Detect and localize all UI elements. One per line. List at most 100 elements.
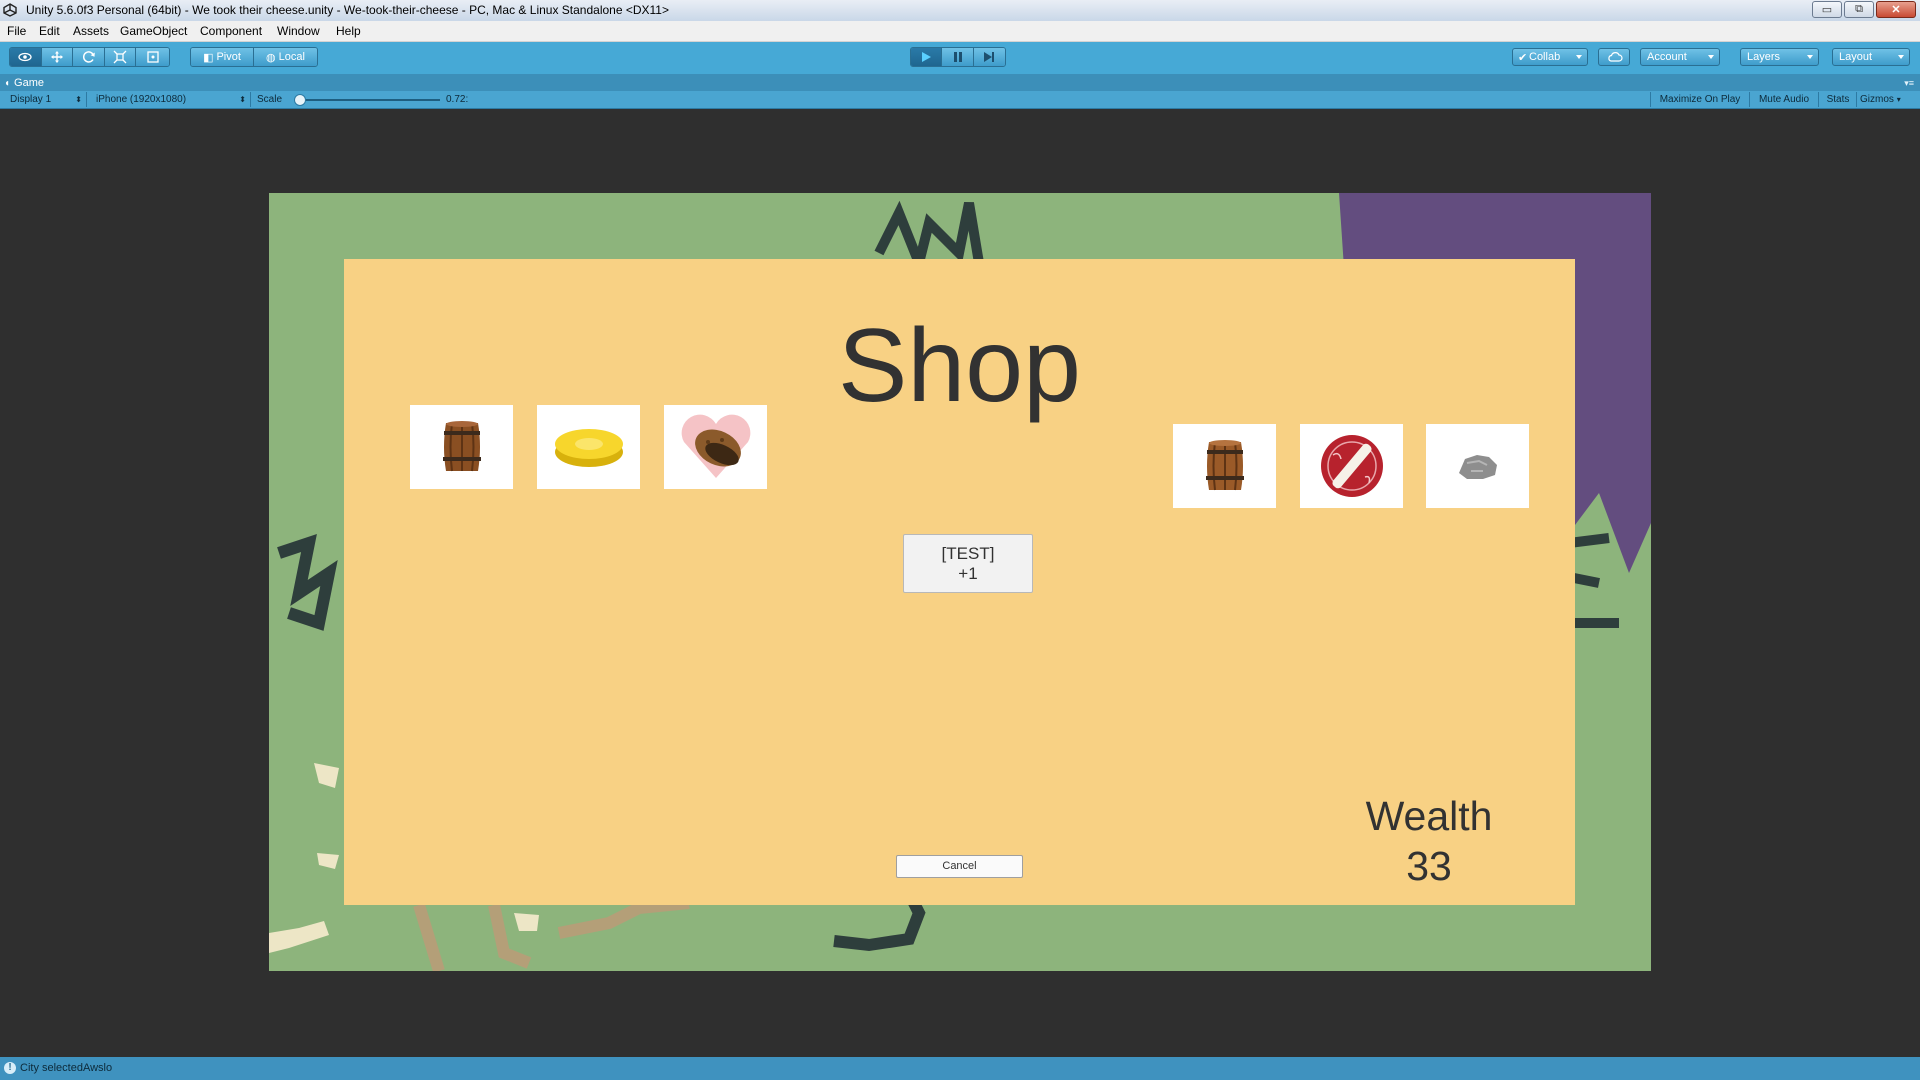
game-view-toolbar: Display 1 ⬍ iPhone (1920x1080) ⬍ Scale 0… — [0, 91, 1920, 109]
menu-help[interactable]: Help — [336, 24, 361, 38]
eye-icon — [18, 52, 32, 62]
wealth-label: Wealth — [1365, 793, 1493, 839]
resolution-dropdown[interactable]: iPhone (1920x1080) ⬍ — [88, 92, 251, 107]
account-dropdown[interactable]: Account — [1640, 48, 1720, 66]
title-bar: Unity 5.6.0f3 Personal (64bit) - We took… — [0, 0, 1920, 22]
menu-file[interactable]: File — [7, 24, 26, 38]
globe-icon: ◍ — [266, 51, 276, 64]
cream-patch — [317, 853, 339, 869]
tab-game[interactable]: ◖ Game — [4, 75, 44, 91]
shop-item-potato-heart[interactable] — [664, 405, 767, 489]
step-button[interactable] — [973, 48, 1005, 66]
play-button[interactable] — [911, 48, 943, 66]
caret-down-icon — [1576, 55, 1582, 59]
cream-patch — [314, 763, 339, 788]
gizmos-dropdown[interactable]: Gizmos ▾ — [1860, 92, 1912, 107]
cloud-button[interactable] — [1598, 48, 1630, 66]
forest-left — [277, 534, 338, 631]
caret-down-icon — [1807, 55, 1813, 59]
move-tool-button[interactable] — [41, 48, 74, 66]
check-icon: ✔ — [1518, 52, 1528, 64]
restore-button[interactable]: ⧉ — [1844, 1, 1874, 18]
shop-title: Shop — [838, 308, 1081, 424]
potato-heart-icon — [681, 414, 750, 478]
pause-button[interactable] — [942, 48, 974, 66]
menu-gameobject[interactable]: GameObject — [120, 24, 187, 38]
menu-component[interactable]: Component — [200, 24, 262, 38]
playback-controls — [910, 47, 1006, 67]
game-viewport[interactable]: Shop [TEST] +1 Cancel Wealth 33 — [269, 193, 1651, 971]
tab-game-label: Game — [14, 77, 45, 89]
scale-tool-button[interactable] — [104, 48, 137, 66]
shop-item-cheese[interactable] — [537, 405, 640, 489]
maximize-on-play-toggle[interactable]: Maximize On Play — [1650, 92, 1750, 107]
layers-label: Layers — [1747, 51, 1781, 63]
pacman-game-icon: ◖ — [4, 77, 11, 89]
rotate-icon — [82, 51, 95, 63]
gizmos-label: Gizmos — [1860, 94, 1894, 105]
mute-audio-toggle[interactable]: Mute Audio — [1750, 92, 1819, 107]
stats-toggle[interactable]: Stats — [1820, 92, 1857, 107]
transform-tools — [9, 47, 170, 67]
inventory-item-rock[interactable] — [1426, 424, 1529, 508]
menu-bar: File Edit Assets GameObject Component Wi… — [0, 21, 1920, 42]
inventory-item-scroll-seal[interactable] — [1300, 424, 1403, 508]
cancel-button[interactable]: Cancel — [896, 855, 1023, 878]
play-icon — [922, 52, 932, 62]
shop-item-barrel[interactable] — [410, 405, 513, 489]
view-tool-button[interactable] — [10, 48, 42, 66]
pivot-icon: ◧ — [203, 51, 214, 64]
cheese-icon — [554, 429, 623, 467]
road-paths — [413, 897, 690, 971]
local-label: Local — [278, 51, 305, 63]
layers-dropdown[interactable]: Layers — [1740, 48, 1819, 66]
cloud-icon — [1608, 52, 1623, 62]
tab-menu-icon[interactable]: ▾≡ — [1904, 78, 1914, 89]
wealth-value: 33 — [1406, 843, 1452, 889]
menu-assets[interactable]: Assets — [73, 24, 109, 38]
status-message[interactable]: City selectedAwslo — [20, 1062, 112, 1074]
scale-icon — [113, 50, 127, 64]
test-add-button[interactable]: [TEST] +1 — [903, 534, 1033, 593]
barrel-icon — [1205, 440, 1244, 491]
inventory-item-barrel[interactable] — [1173, 424, 1276, 508]
cream-patch — [514, 913, 539, 931]
info-icon: ! — [4, 1062, 16, 1074]
close-button[interactable]: ✕ — [1876, 1, 1916, 18]
caret-down-icon — [1898, 55, 1904, 59]
game-tab-bar: ◖ Game ▾≡ — [0, 74, 1920, 91]
scroll-seal-icon — [1320, 435, 1383, 497]
forest-top — [874, 200, 984, 280]
menu-window[interactable]: Window — [277, 24, 320, 38]
scale-slider-track[interactable] — [296, 99, 440, 101]
rect-transform-icon — [147, 51, 159, 63]
updown-arrows-icon: ⬍ — [75, 95, 82, 104]
forest-right — [1568, 533, 1619, 628]
pause-icon — [953, 52, 962, 62]
menu-edit[interactable]: Edit — [39, 24, 60, 38]
updown-arrows-icon: ⬍ — [239, 95, 246, 104]
test-button-line1: [TEST] — [941, 544, 995, 563]
pivot-label: Pivot — [216, 51, 241, 63]
pivot-toggle-button[interactable]: ◧ Pivot — [191, 48, 255, 66]
scale-value: 0.72: — [446, 94, 469, 105]
local-toggle-button[interactable]: ◍ Local — [254, 48, 317, 66]
collab-dropdown[interactable]: ✔ Collab — [1512, 48, 1588, 66]
barrel-icon — [442, 421, 481, 472]
move-arrows-icon — [50, 51, 63, 63]
rotate-tool-button[interactable] — [73, 48, 105, 66]
unity-editor-window: Unity 5.6.0f3 Personal (64bit) - We took… — [0, 0, 1920, 1080]
display-dropdown[interactable]: Display 1 ⬍ — [0, 92, 87, 107]
scale-slider-handle[interactable] — [293, 94, 306, 106]
layout-dropdown[interactable]: Layout — [1832, 48, 1910, 66]
minimize-button[interactable]: ▭ — [1812, 1, 1842, 18]
layout-label: Layout — [1839, 51, 1873, 63]
rock-icon — [1458, 455, 1497, 479]
unity-logo-icon — [3, 3, 17, 17]
caret-down-icon: ▾ — [1896, 95, 1901, 104]
caret-down-icon — [1708, 55, 1714, 59]
shop-panel: Shop [TEST] +1 Cancel Wealth 33 — [344, 259, 1575, 905]
window-controls: ▭ ⧉ ✕ — [1812, 1, 1916, 18]
test-button-line2: +1 — [958, 564, 978, 583]
rect-tool-button[interactable] — [136, 48, 169, 66]
